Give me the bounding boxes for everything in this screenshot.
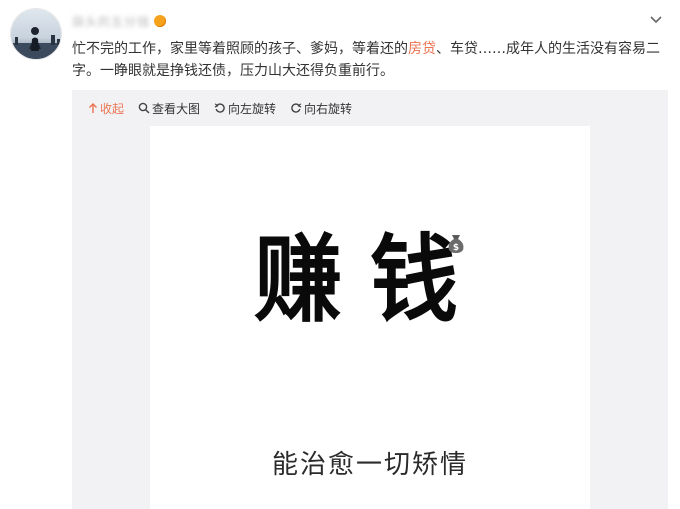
username-text[interactable]: 蒜头的五分钱 (72, 13, 150, 30)
rotate-left-button[interactable]: 向左旋转 (214, 100, 276, 117)
rotate-left-icon (214, 103, 225, 113)
search-icon (138, 102, 150, 114)
money-bag-icon: $ (448, 235, 464, 253)
collapse-button[interactable]: 收起 (88, 100, 124, 117)
image-subtitle: 能治愈一切矫情 (271, 450, 468, 480)
username[interactable]: 蒜头的五分钱 (72, 12, 167, 30)
svg-text:$: $ (453, 243, 459, 253)
media-panel: 收起 查看大图 向左旋转 向右旋转 赚钱 $ 能治愈一切矫情 (72, 90, 668, 509)
rotate-right-label: 向右旋转 (304, 101, 353, 116)
post-text-before: 忙不完的工作，家里等着照顾的孩子、爹妈，等着还的 (72, 41, 408, 57)
post-text: 忙不完的工作，家里等着照顾的孩子、爹妈，等着还的房贷、车贷……成年人的生活没有容… (72, 38, 668, 82)
collapse-label: 收起 (100, 101, 125, 116)
rotate-left-label: 向左旋转 (228, 101, 277, 116)
rotate-right-icon (291, 103, 302, 113)
chevron-down-icon[interactable] (648, 12, 664, 26)
image-title: 赚钱 (253, 223, 486, 336)
keyword-link[interactable]: 房贷 (408, 41, 436, 57)
view-large-label: 查看大图 (152, 101, 201, 116)
vip-crown-icon (154, 15, 167, 27)
view-large-button[interactable]: 查看大图 (138, 100, 200, 117)
media-toolbar: 收起 查看大图 向左旋转 向右旋转 (72, 90, 668, 126)
avatar[interactable] (10, 8, 62, 60)
rotate-right-button[interactable]: 向右旋转 (290, 100, 352, 117)
post-image[interactable]: 赚钱 $ 能治愈一切矫情 (150, 126, 590, 509)
weibo-post: 蒜头的五分钱 忙不完的工作，家里等着照顾的孩子、爹妈，等着还的房贷、车贷……成年… (0, 0, 680, 509)
arrow-up-icon (89, 103, 97, 113)
